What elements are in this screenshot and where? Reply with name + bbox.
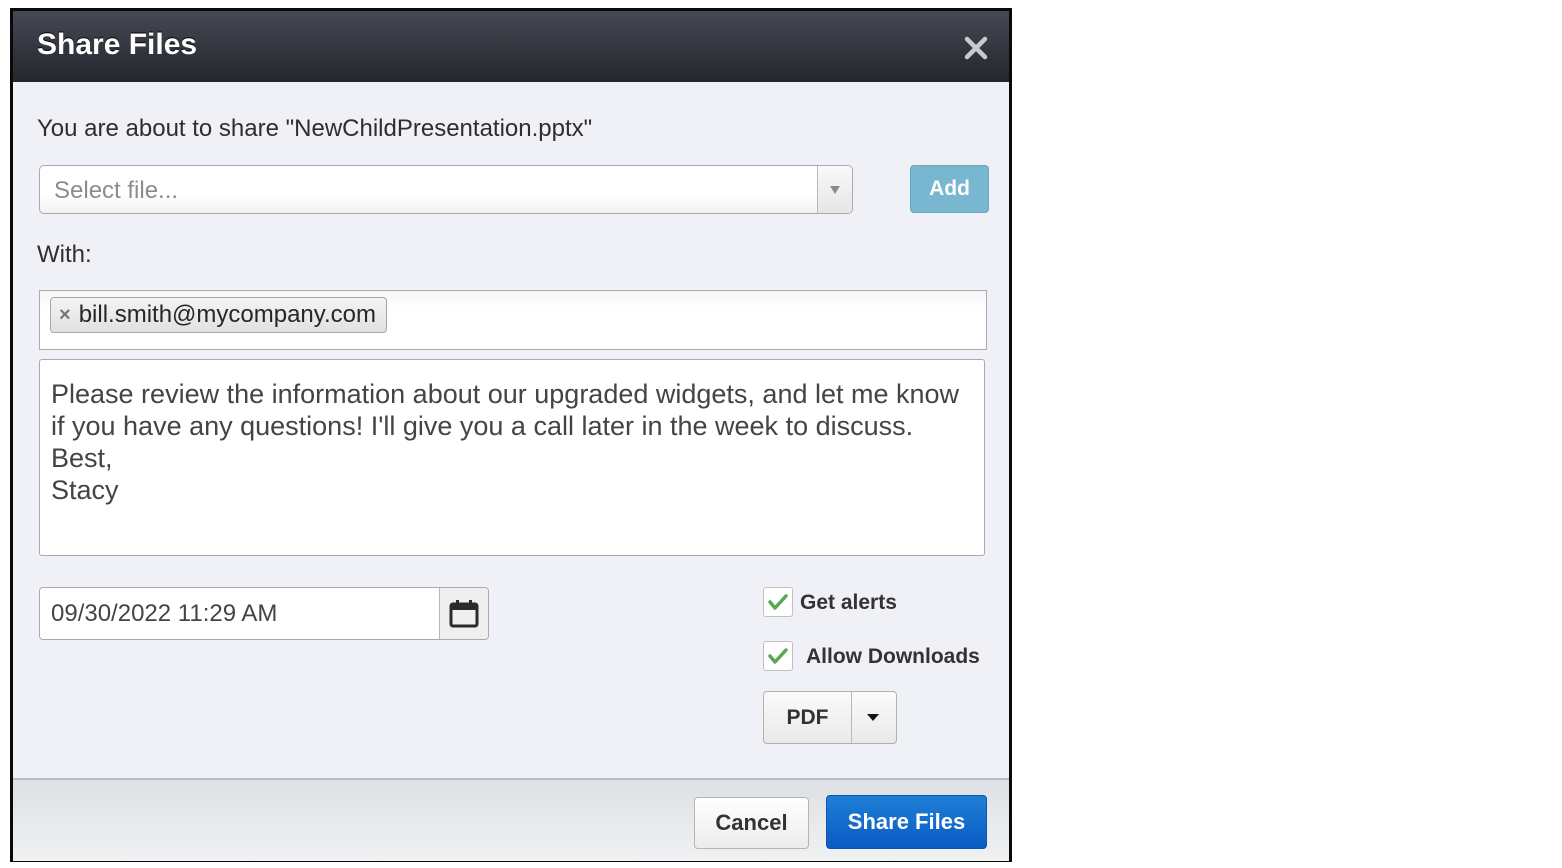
share-files-dialog: Share Files You are about to share "NewC… — [10, 8, 1012, 862]
chevron-down-icon — [830, 186, 840, 194]
caret-down-icon — [867, 714, 879, 721]
message-textarea[interactable]: Please review the information about our … — [39, 359, 985, 556]
format-selected-button[interactable]: PDF — [764, 692, 852, 743]
checkmark-icon — [768, 648, 788, 664]
share-files-button[interactable]: Share Files — [826, 795, 987, 849]
cancel-button[interactable]: Cancel — [694, 797, 809, 849]
add-file-button[interactable]: Add — [910, 165, 989, 213]
with-label: With: — [37, 241, 92, 268]
remove-icon[interactable]: × — [59, 304, 71, 327]
calendar-button[interactable] — [439, 588, 488, 639]
allow-downloads-checkbox[interactable] — [763, 641, 793, 671]
recipients-input[interactable]: × bill.smith@mycompany.com — [39, 290, 987, 350]
dialog-title: Share Files — [37, 28, 198, 61]
get-alerts-label: Get alerts — [800, 591, 897, 614]
dialog-titlebar: Share Files — [13, 11, 1009, 82]
format-dropdown-toggle[interactable] — [852, 692, 896, 743]
checkmark-icon — [768, 594, 788, 610]
file-select-toggle[interactable] — [817, 166, 852, 213]
recipient-email: bill.smith@mycompany.com — [78, 301, 377, 328]
file-select-placeholder: Select file... — [54, 177, 179, 204]
close-icon[interactable] — [961, 33, 991, 63]
expiration-date-value: 09/30/2022 11:29 AM — [51, 600, 278, 627]
share-intro-text: You are about to share "NewChildPresenta… — [37, 115, 593, 142]
recipient-tag: × bill.smith@mycompany.com — [50, 297, 388, 333]
calendar-icon — [449, 600, 479, 628]
allow-downloads-label: Allow Downloads — [806, 645, 980, 668]
format-split-button: PDF — [763, 691, 897, 744]
get-alerts-checkbox[interactable] — [763, 587, 793, 617]
file-select-dropdown[interactable]: Select file... — [39, 165, 853, 214]
dialog-footer: Cancel Share Files — [13, 778, 1009, 861]
expiration-date-field[interactable]: 09/30/2022 11:29 AM — [39, 587, 489, 640]
